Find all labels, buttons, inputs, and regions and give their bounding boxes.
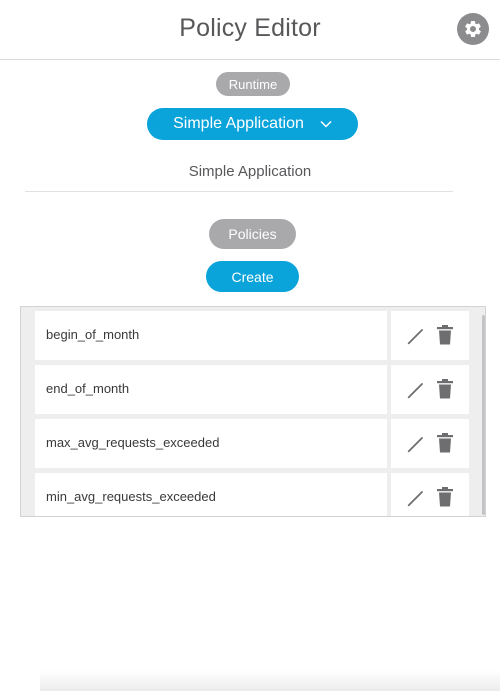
policy-actions <box>391 473 469 516</box>
edit-icon[interactable] <box>406 380 426 400</box>
list-scrollbar[interactable] <box>482 315 485 515</box>
policy-row: max_avg_requests_exceeded <box>35 419 469 468</box>
policy-name[interactable]: end_of_month <box>35 365 387 414</box>
runtime-label: Runtime <box>216 72 290 96</box>
policy-name[interactable]: begin_of_month <box>35 311 387 360</box>
create-policy-button[interactable]: Create <box>206 261 299 292</box>
policy-name[interactable]: max_avg_requests_exceeded <box>35 419 387 468</box>
trash-icon[interactable] <box>437 379 453 399</box>
application-dropdown-label: Simple Application <box>173 115 304 132</box>
application-name: Simple Application <box>188 163 312 180</box>
gear-icon <box>465 20 481 37</box>
application-dropdown[interactable]: Simple Application <box>147 108 358 140</box>
bottom-shadow <box>40 670 500 691</box>
edit-icon[interactable] <box>406 488 426 508</box>
policy-list: begin_of_month end_of_month max_avg_requ… <box>20 306 486 517</box>
policy-actions <box>391 311 469 360</box>
header-bar: Policy Editor <box>0 0 500 60</box>
edit-icon[interactable] <box>406 434 426 454</box>
trash-icon[interactable] <box>437 325 453 345</box>
policy-row: min_avg_requests_exceeded <box>35 473 469 516</box>
trash-icon[interactable] <box>437 433 453 453</box>
policy-name[interactable]: min_avg_requests_exceeded <box>35 473 387 516</box>
chevron-down-icon <box>320 120 332 128</box>
policy-actions <box>391 365 469 414</box>
settings-button[interactable] <box>457 13 489 45</box>
policies-label: Policies <box>209 219 296 249</box>
policy-row: end_of_month <box>35 365 469 414</box>
edit-icon[interactable] <box>406 326 426 346</box>
policy-actions <box>391 419 469 468</box>
page-title: Policy Editor <box>179 14 321 42</box>
section-divider <box>25 191 453 192</box>
policy-row: begin_of_month <box>35 311 469 360</box>
trash-icon[interactable] <box>437 487 453 507</box>
